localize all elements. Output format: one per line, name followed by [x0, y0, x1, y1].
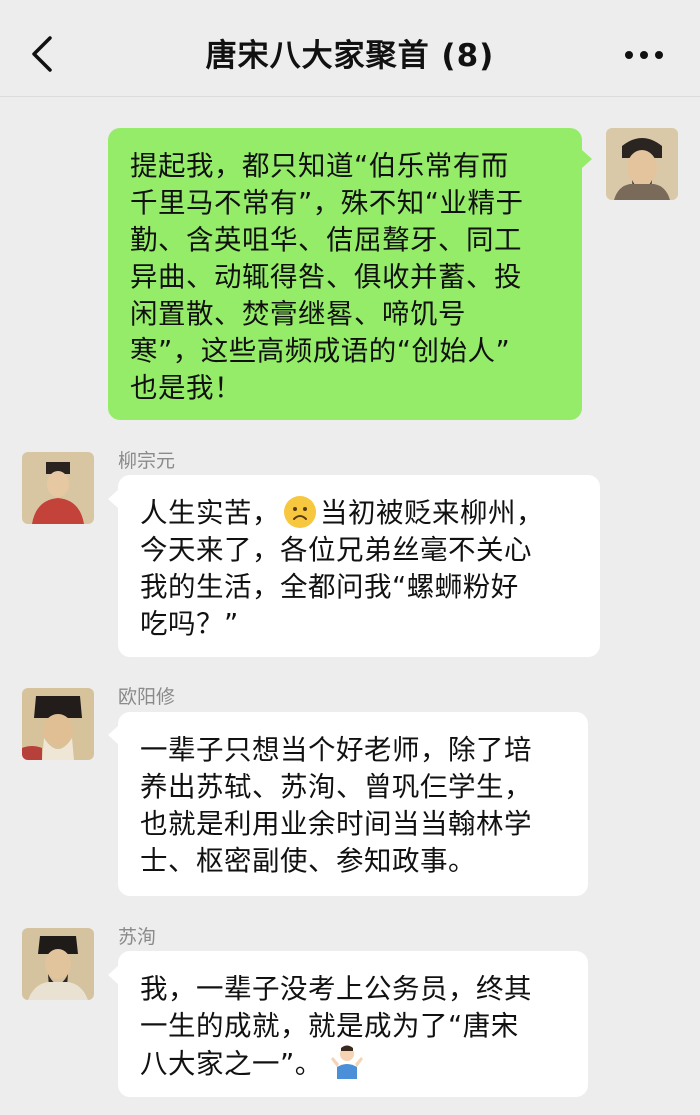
message-line: 提起我，都只知道“伯乐常有而 [130, 150, 509, 182]
avatar-liu-zongyuan[interactable] [22, 452, 94, 524]
bubble-tail [108, 726, 118, 744]
sender-name: 欧阳修 [118, 686, 176, 708]
message-line: 也就是利用业余时间当当翰林学 [140, 808, 532, 840]
message-bubble-3[interactable]: 一辈子只想当个好老师，除了培 养出苏轼、苏洵、曾巩仨学生， 也就是利用业余时间当… [118, 712, 588, 896]
message-text: 当初被贬来柳州， [320, 497, 544, 529]
message-bubble-4[interactable]: 我，一辈子没考上公务员，终其 一生的成就，就是成为了“唐宋 八大家之一”。 [118, 951, 588, 1097]
message-line: 今天来了，各位兄弟丝毫不关心 [140, 534, 532, 566]
portrait-icon [22, 928, 94, 1000]
nav-bar: 唐宋八大家聚首 (8) [0, 0, 700, 97]
avatar-su-xun[interactable] [22, 928, 94, 1000]
message-line: 我的生活，全都问我“螺蛳粉好 [140, 571, 519, 603]
message-text: 人生实苦， [140, 497, 280, 529]
message-line: 一辈子只想当个好老师，除了培 [140, 734, 532, 766]
sad-face-emoji [284, 496, 316, 528]
message-line: 千里马不常有”，殊不知“业精于 [130, 187, 524, 219]
message-text: 八大家之一”。 [140, 1048, 323, 1080]
portrait-icon [606, 128, 678, 200]
avatar-self[interactable] [606, 128, 678, 200]
bubble-tail [108, 490, 118, 508]
bubble-tail [108, 966, 118, 984]
message-bubble-2[interactable]: 人生实苦， 当初被贬来柳州， 今天来了，各位兄弟丝毫不关心 我的生活，全都问我“螺… [118, 475, 600, 657]
message-line: 我，一辈子没考上公务员，终其 [140, 973, 532, 1005]
message-bubble-1[interactable]: 提起我，都只知道“伯乐常有而 千里马不常有”，殊不知“业精于 勤、含英咀华、佶屈… [108, 128, 582, 420]
message-line: 士、枢密副使、参知政事。 [140, 845, 476, 877]
bubble-tail [582, 150, 592, 168]
message-line: 人生实苦， 当初被贬来柳州， [140, 495, 578, 532]
portrait-icon [22, 688, 94, 760]
message-line: 吃吗？” [140, 608, 239, 640]
sender-name: 苏洵 [118, 926, 157, 948]
shrug-emoji [330, 1045, 363, 1079]
portrait-icon [22, 452, 94, 524]
sender-name: 柳宗元 [118, 450, 176, 472]
message-line: 八大家之一”。 [140, 1045, 566, 1083]
chat-title: 唐宋八大家聚首 (8) [205, 38, 495, 74]
message-line: 也是我！ [130, 372, 242, 404]
message-line: 闲置散、焚膏继晷、啼饥号 [130, 298, 466, 330]
message-line: 一生的成就，就是成为了“唐宋 [140, 1010, 519, 1042]
more-dots-icon[interactable] [624, 50, 664, 60]
avatar-ouyang-xiu[interactable] [22, 688, 94, 760]
message-line: 寒”，这些高频成语的“创始人” [130, 335, 511, 367]
message-line: 异曲、动辄得咎、俱收并蓄、投 [130, 261, 522, 293]
message-line: 勤、含英咀华、佶屈聱牙、同工 [130, 224, 522, 256]
message-line: 养出苏轼、苏洵、曾巩仨学生， [140, 771, 532, 803]
